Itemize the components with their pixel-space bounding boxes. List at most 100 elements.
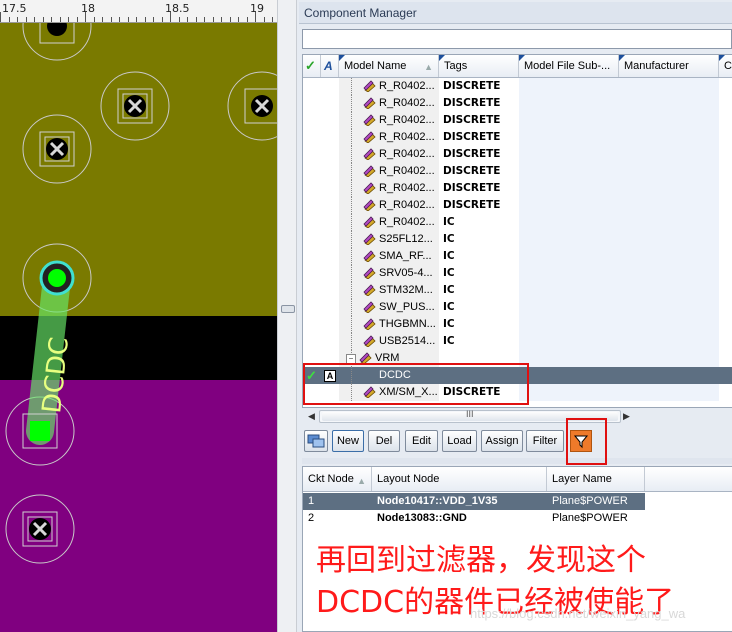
node-row[interactable]: 1 Node10417::VDD_1V35 Plane$POWER	[303, 493, 732, 510]
via-pad	[117, 88, 153, 124]
grid-row[interactable]: THGBMN... IC	[303, 316, 732, 333]
new-button[interactable]: New	[332, 430, 364, 452]
edit-button[interactable]: Edit	[405, 430, 438, 452]
header-check[interactable]: ✓	[303, 55, 321, 77]
pcb-canvas[interactable]: DCDC 17.5 18 18.5 19	[0, 0, 277, 632]
ruler-tick	[94, 17, 95, 22]
header-a[interactable]: A	[321, 55, 339, 77]
model-name-cell: USB2514...	[339, 333, 439, 350]
tag-cell: IC	[443, 335, 455, 347]
header-layer-name[interactable]: Layer Name	[547, 467, 645, 491]
model-name-label: R_R0402...	[379, 131, 435, 143]
header-marker-icon	[339, 55, 345, 61]
horizontal-scrollbar[interactable]: ◀ III ▶	[305, 408, 732, 424]
ruler-tick	[9, 17, 10, 22]
grid-row[interactable]: R_R0402... IC	[303, 214, 732, 231]
tag-cell: DISCRETE	[443, 80, 501, 92]
column-stripe	[519, 248, 619, 265]
column-stripe	[519, 180, 619, 197]
layer-name-cell: Plane$POWER	[547, 493, 645, 510]
header-manufacturer[interactable]: Manufacturer	[619, 55, 719, 77]
tag-cell: IC	[443, 233, 455, 245]
model-name-cell: R_R0402...	[339, 78, 439, 95]
grid-row[interactable]: USB2514... IC	[303, 333, 732, 350]
tag-cell: DISCRETE	[443, 148, 501, 160]
sync-button[interactable]	[304, 430, 328, 452]
grid-row[interactable]: R_R0402... DISCRETE	[303, 112, 732, 129]
tree-guide	[351, 129, 352, 146]
tag-cell: IC	[443, 318, 455, 330]
grid-row[interactable]: SW_PUS... IC	[303, 299, 732, 316]
grid-row[interactable]: SRV05-4... IC	[303, 265, 732, 282]
grid-row[interactable]: R_R0402... DISCRETE	[303, 95, 732, 112]
ruler-tick	[247, 17, 248, 22]
tag-cell: IC	[443, 250, 455, 262]
del-button[interactable]: Del	[368, 430, 400, 452]
scroll-right-icon[interactable]: ▶	[623, 411, 630, 422]
header-category[interactable]: Ca	[719, 55, 732, 77]
column-stripe	[619, 316, 719, 333]
column-stripe	[619, 333, 719, 350]
tag-cell: DISCRETE	[443, 131, 501, 143]
ruler-tick	[0, 12, 1, 22]
toolbar: New Del Edit Load Assign Filter	[302, 428, 732, 456]
component-icon	[363, 80, 377, 93]
letter-a-icon: A	[324, 59, 333, 73]
load-button[interactable]: Load	[442, 430, 477, 452]
filter-input[interactable]	[302, 29, 732, 49]
column-stripe	[519, 350, 619, 367]
header-layout-node[interactable]: Layout Node	[372, 467, 547, 491]
highlight-dcdc-row	[303, 363, 529, 405]
header-model-name[interactable]: Model Name ▲	[339, 55, 439, 77]
model-name-cell: SW_PUS...	[339, 299, 439, 316]
grid-row[interactable]: R_R0402... DISCRETE	[303, 180, 732, 197]
assign-button[interactable]: Assign	[481, 430, 523, 452]
column-stripe	[619, 350, 719, 367]
splitter-grip[interactable]	[281, 305, 295, 313]
column-stripe	[519, 316, 619, 333]
tag-cell: DISCRETE	[443, 182, 501, 194]
grid-row[interactable]: R_R0402... DISCRETE	[303, 197, 732, 214]
header-label: Ca	[724, 60, 732, 72]
ruler-tick	[230, 17, 231, 22]
header-tags[interactable]: Tags	[439, 55, 519, 77]
ruler-label: 19	[250, 2, 264, 15]
grid-row[interactable]: S25FL12... IC	[303, 231, 732, 248]
grid-row[interactable]: SMA_RF... IC	[303, 248, 732, 265]
grid-row[interactable]: R_R0402... DISCRETE	[303, 163, 732, 180]
model-name-label: SRV05-4...	[379, 267, 433, 279]
header-marker-icon	[619, 55, 625, 61]
ruler-tick	[51, 17, 52, 22]
tree-guide	[351, 78, 352, 95]
node-row[interactable]: 2 Node13083::GND Plane$POWER	[303, 510, 732, 527]
filter-button[interactable]: Filter	[526, 430, 564, 452]
tag-cell: DISCRETE	[443, 97, 501, 109]
scroll-left-icon[interactable]: ◀	[308, 411, 315, 422]
grid-row[interactable]: R_R0402... DISCRETE	[303, 129, 732, 146]
ruler-tick	[111, 17, 112, 22]
header-model-file-sub[interactable]: Model File Sub-...	[519, 55, 619, 77]
header-ckt-node[interactable]: Ckt Node ▲	[303, 467, 372, 491]
model-name-cell: R_R0402...	[339, 146, 439, 163]
header-label: Ckt Node	[308, 473, 354, 485]
grid-row[interactable]: STM32M... IC	[303, 282, 732, 299]
component-icon	[363, 233, 377, 246]
column-stripe	[519, 384, 619, 401]
model-name-cell: SMA_RF...	[339, 248, 439, 265]
via-pad	[22, 511, 58, 547]
column-stripe	[519, 78, 619, 95]
model-grid[interactable]: ✓ A Model Name ▲ Tags Model File Sub-...…	[302, 54, 732, 408]
panel-separator[interactable]	[302, 458, 732, 464]
component-icon	[363, 165, 377, 178]
grid-row[interactable]: R_R0402... DISCRETE	[303, 78, 732, 95]
component-manager-panel: Component Manager ✓ A Model Name ▲ Tags …	[297, 0, 732, 632]
tree-guide	[351, 299, 352, 316]
tree-guide	[351, 333, 352, 350]
component-icon	[363, 131, 377, 144]
splitter[interactable]	[277, 0, 297, 632]
grid-row[interactable]: R_R0402... DISCRETE	[303, 146, 732, 163]
component-icon	[363, 250, 377, 263]
model-name-label: USB2514...	[379, 335, 436, 347]
tag-cell: DISCRETE	[443, 114, 501, 126]
layout-node-cell: Node13083::GND	[377, 512, 467, 524]
